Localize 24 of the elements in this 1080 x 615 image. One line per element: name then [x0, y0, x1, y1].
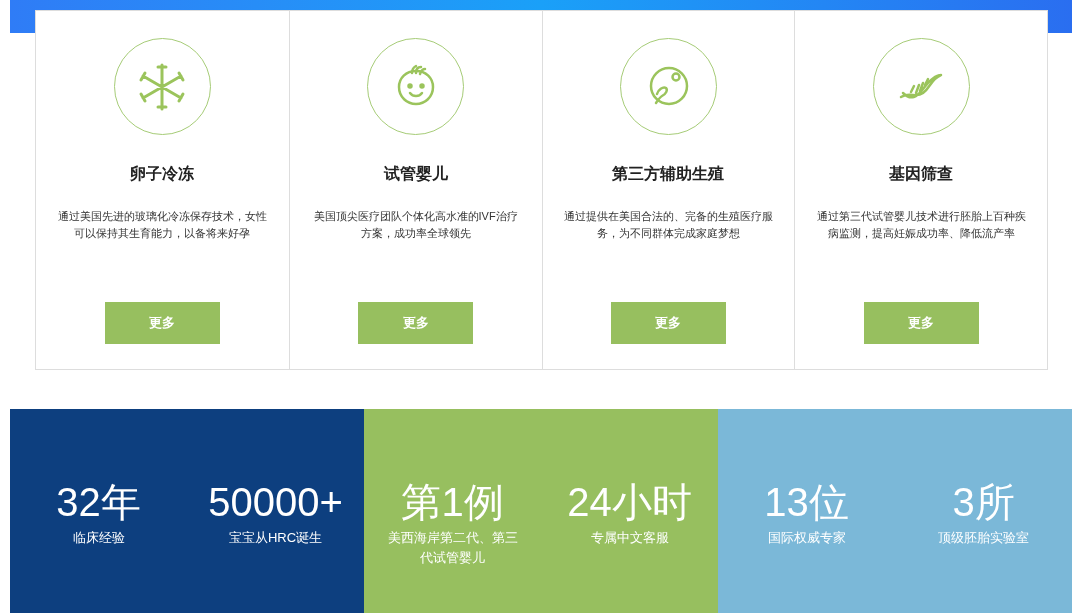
service-title: 试管婴儿	[383, 164, 448, 184]
stat-value: 32年	[56, 479, 141, 525]
stat-label: 顶级胚胎实验室	[937, 529, 1030, 547]
service-description: 通过第三代试管婴儿技术进行胚胎上百种疾病监测，提高妊娠成功率、降低流产率	[816, 209, 1027, 241]
stat-label: 专属中文客服	[589, 529, 670, 547]
stat-label: 宝宝从HRC诞生	[227, 529, 324, 547]
service-description: 通过提供在美国合法的、完备的生殖医疗服务，为不同群体完成家庭梦想	[563, 209, 774, 241]
more-button[interactable]: 更多	[863, 302, 979, 344]
service-title: 第三方辅助生殖	[612, 164, 725, 184]
more-button[interactable]: 更多	[358, 302, 474, 344]
stat-label: 国际权威专家	[766, 529, 847, 547]
service-title: 基因筛查	[889, 164, 954, 184]
stat-value: 3所	[952, 479, 1015, 525]
more-button[interactable]: 更多	[610, 302, 726, 344]
service-title: 卵子冷冻	[130, 164, 195, 184]
stat-value: 第1例	[401, 479, 504, 525]
stat-value: 13位	[764, 479, 849, 525]
stat-label: 美西海岸第二代、第三代试管婴儿	[386, 529, 519, 567]
service-description: 美国顶尖医疗团队个体化高水准的IVF治疗方案，成功率全球领先	[312, 209, 519, 241]
stat-value: 24小时	[567, 479, 692, 525]
stat-value: 50000+	[208, 479, 343, 525]
service-description: 通过美国先进的玻璃化冷冻保存技术，女性可以保持其生育能力，以备将来好孕	[57, 209, 268, 241]
stat-label: 临床经验	[71, 529, 126, 547]
more-button[interactable]: 更多	[104, 302, 220, 344]
